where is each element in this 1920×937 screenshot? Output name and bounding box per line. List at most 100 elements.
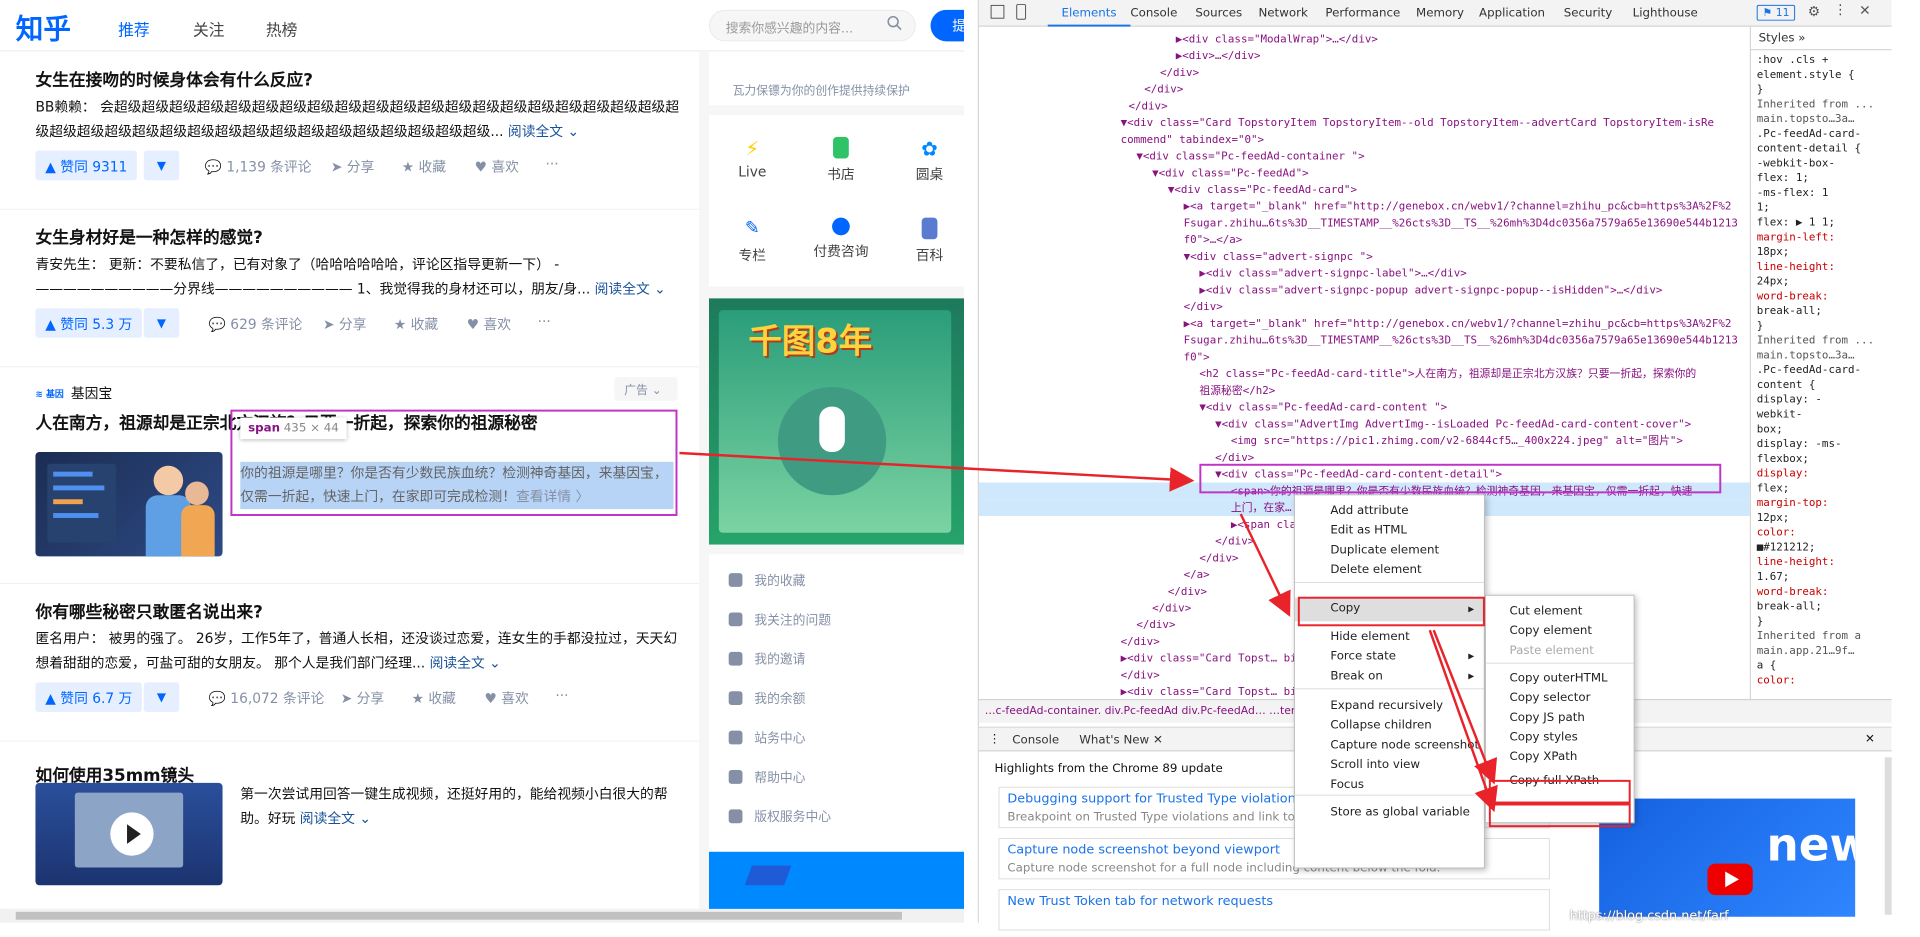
gear-icon[interactable]: ⚙	[1808, 4, 1820, 20]
context-menu-item[interactable]: Delete element	[1330, 562, 1421, 576]
tab-application[interactable]: Application	[1479, 6, 1545, 20]
context-menu-item[interactable]: Expand recursively	[1330, 698, 1443, 712]
menu-collections[interactable]: 我的收藏	[728, 570, 806, 589]
dom-node-line[interactable]: ▶<div class="ModalWrap">…</div>	[1176, 31, 1378, 48]
dom-node-line[interactable]: ▶<div class="advert-signpc-popup advert-…	[1199, 282, 1662, 299]
quick-live[interactable]: ⚡ Live	[713, 137, 792, 180]
video-thumbnail[interactable]	[35, 782, 223, 886]
copy-menu-item[interactable]: Paste element	[1510, 643, 1594, 657]
context-menu-item[interactable]: Scroll into view	[1330, 757, 1420, 771]
dom-node-line[interactable]: ▶<div class="advert-signpc-label">…</div…	[1199, 265, 1466, 282]
dom-node-line[interactable]: </div>	[1184, 298, 1223, 315]
downvote-button[interactable]: ▼	[143, 682, 180, 712]
dom-node-line[interactable]: Fsugar.zhihu…6ts%3D__TIMESTAMP__%26cts%3…	[1184, 215, 1738, 232]
context-menu-item[interactable]: Break on	[1330, 669, 1383, 683]
drawer-tab-console[interactable]: Console	[1012, 733, 1059, 747]
comment-button[interactable]: 💬 16,072 条评论	[209, 688, 325, 708]
dom-node-line[interactable]: </div>	[1152, 600, 1191, 617]
menu-copyright[interactable]: 版权服务中心	[728, 806, 831, 825]
styles-tabbar[interactable]: Styles »	[1750, 27, 1892, 51]
copy-menu-item[interactable]: Copy outerHTML	[1510, 671, 1608, 685]
card-title[interactable]: 女生身材好是一种怎样的感觉?	[35, 224, 262, 248]
dom-node-line[interactable]: <img src="https://pic1.zhimg.com/v2-6844…	[1231, 432, 1683, 449]
card-excerpt[interactable]: 青安先生： 更新：不要私信了，已有对象了（哈哈哈哈哈哈，评论区指导更新一下） -…	[35, 253, 685, 302]
dom-node-line[interactable]: ▼<div class="Pc-feedAd">	[1152, 164, 1309, 181]
comment-button[interactable]: 💬 1,139 条评论	[205, 157, 312, 177]
drawer-close-icon[interactable]: ✕	[1865, 732, 1875, 746]
downvote-button[interactable]: ▼	[143, 150, 180, 181]
tab-lighthouse[interactable]: Lighthouse	[1633, 6, 1698, 20]
dom-node-line[interactable]: </div>	[1128, 97, 1167, 114]
context-menu-item[interactable]: Force state	[1330, 649, 1396, 663]
dom-node-line[interactable]: </div>	[1160, 64, 1199, 81]
menu-help[interactable]: 帮助中心	[728, 767, 806, 786]
close-icon[interactable]: ✕	[1859, 3, 1871, 19]
drawer-menu-icon[interactable]: ⋮	[989, 732, 1001, 746]
dom-node-line[interactable]: </div>	[1136, 616, 1175, 633]
tab-memory[interactable]: Memory	[1416, 6, 1464, 20]
search-input[interactable]: 搜索你感兴趣的内容...	[708, 9, 916, 42]
upvote-button[interactable]: ▲ 赞同 5.3 万	[35, 308, 143, 338]
card-excerpt[interactable]: 第一次尝试用回答一键生成视频，还挺好用的，能给视频小白很大的帮助。好玩 阅读全文…	[240, 783, 673, 832]
copy-menu-item[interactable]: Copy XPath	[1510, 749, 1578, 763]
play-icon[interactable]	[127, 824, 141, 844]
quick-column[interactable]: ✎ 专栏	[713, 218, 792, 265]
whatsnew-video[interactable]: new	[1599, 798, 1856, 917]
quick-consult[interactable]: 付费咨询	[802, 217, 881, 261]
dom-node-line[interactable]: f0">…</a>	[1184, 231, 1243, 248]
context-menu-item[interactable]: Add attribute	[1330, 503, 1408, 517]
dom-node-line[interactable]: </div>	[1121, 667, 1160, 684]
copy-menu-item[interactable]: Copy element	[1510, 623, 1592, 637]
dom-node-line[interactable]: </div>	[1121, 633, 1160, 650]
more-icon[interactable]: ···	[555, 688, 568, 704]
dom-node-line[interactable]: ▼<div class="advert-signpc ">	[1184, 248, 1373, 265]
more-icon[interactable]: ···	[538, 314, 551, 330]
bottom-banner[interactable]	[708, 851, 965, 911]
more-icon[interactable]: ···	[546, 157, 559, 173]
context-menu-item[interactable]: Focus	[1330, 777, 1364, 791]
drawer-tab-whatsnew[interactable]: What's New ✕	[1079, 733, 1163, 747]
collect-button[interactable]: ★ 收藏	[394, 314, 438, 334]
share-button[interactable]: ➤ 分享	[331, 157, 375, 177]
like-button[interactable]: ♥ 喜欢	[467, 314, 511, 334]
tab-security[interactable]: Security	[1564, 6, 1613, 20]
menu-followed-questions[interactable]: 我关注的问题	[728, 610, 831, 628]
quick-wiki[interactable]: 百科	[890, 217, 964, 265]
context-menu-item[interactable]: Edit as HTML	[1330, 523, 1407, 537]
copy-menu-item[interactable]: Cut element	[1510, 604, 1583, 618]
whatsnew-item[interactable]: New Trust Token tab for network requests	[998, 889, 1550, 931]
nav-recommend[interactable]: 推荐	[118, 17, 150, 41]
inspect-element-icon[interactable]	[990, 4, 1005, 19]
tab-performance[interactable]: Performance	[1325, 6, 1400, 20]
dom-node-line[interactable]: ▼<div class="Card TopstoryItem TopstoryI…	[1121, 114, 1714, 131]
context-menu-item[interactable]: Collapse children	[1330, 718, 1431, 732]
dom-node-line[interactable]: <h2 class="Pc-feedAd-card-title">人在南方，祖源…	[1199, 365, 1696, 382]
dom-node-line[interactable]: ▶<a target="_blank" href="http://genebox…	[1184, 198, 1732, 215]
card-title[interactable]: 女生在接吻的时候身体会有什么反应?	[35, 66, 313, 91]
issues-badge[interactable]: ⚑ 11	[1756, 4, 1796, 21]
read-more-link[interactable]: 阅读全文	[508, 124, 563, 140]
card-excerpt[interactable]: 匿名用户： 被男的强了。 26岁，工作5年了，普通人长相，还没谈过恋爱，连女生的…	[35, 627, 685, 676]
read-more-link[interactable]: 阅读全文	[595, 282, 650, 298]
tab-elements[interactable]: Elements	[1062, 6, 1117, 20]
comment-button[interactable]: 💬 629 条评论	[209, 314, 303, 334]
quick-roundtable[interactable]: ✿ 圆桌	[890, 137, 964, 184]
dom-node-line[interactable]: </div>	[1144, 81, 1183, 98]
ad-cover-image[interactable]	[35, 451, 223, 557]
nav-follow[interactable]: 关注	[193, 17, 225, 41]
dom-node-line[interactable]: ▶<div>…</div>	[1176, 47, 1261, 64]
dom-node-line[interactable]: Fsugar.zhihu…6ts%3D__TIMESTAMP__%26cts%3…	[1184, 332, 1738, 349]
ad-banner[interactable]: 千图8年	[708, 298, 965, 545]
collect-button[interactable]: ★ 收藏	[402, 157, 446, 177]
dom-node-line[interactable]: ▼<div class="Pc-feedAd-card-content ">	[1199, 399, 1447, 416]
tab-sources[interactable]: Sources	[1195, 6, 1242, 20]
dom-node-line[interactable]: ▼<div class="Pc-feedAd-container ">	[1136, 148, 1364, 165]
dom-node-line[interactable]: commend" tabindex="0">	[1121, 131, 1264, 148]
share-button[interactable]: ➤ 分享	[323, 314, 367, 334]
dom-node-line[interactable]: </div>	[1168, 583, 1207, 600]
read-more-link[interactable]: 阅读全文	[300, 811, 355, 827]
quick-bookstore[interactable]: 书店	[802, 136, 881, 184]
copy-menu-item[interactable]: Copy styles	[1510, 730, 1578, 744]
copy-menu-item[interactable]: Copy JS path	[1510, 710, 1585, 724]
dom-node-line[interactable]: 祖源秘密</h2>	[1199, 382, 1275, 399]
